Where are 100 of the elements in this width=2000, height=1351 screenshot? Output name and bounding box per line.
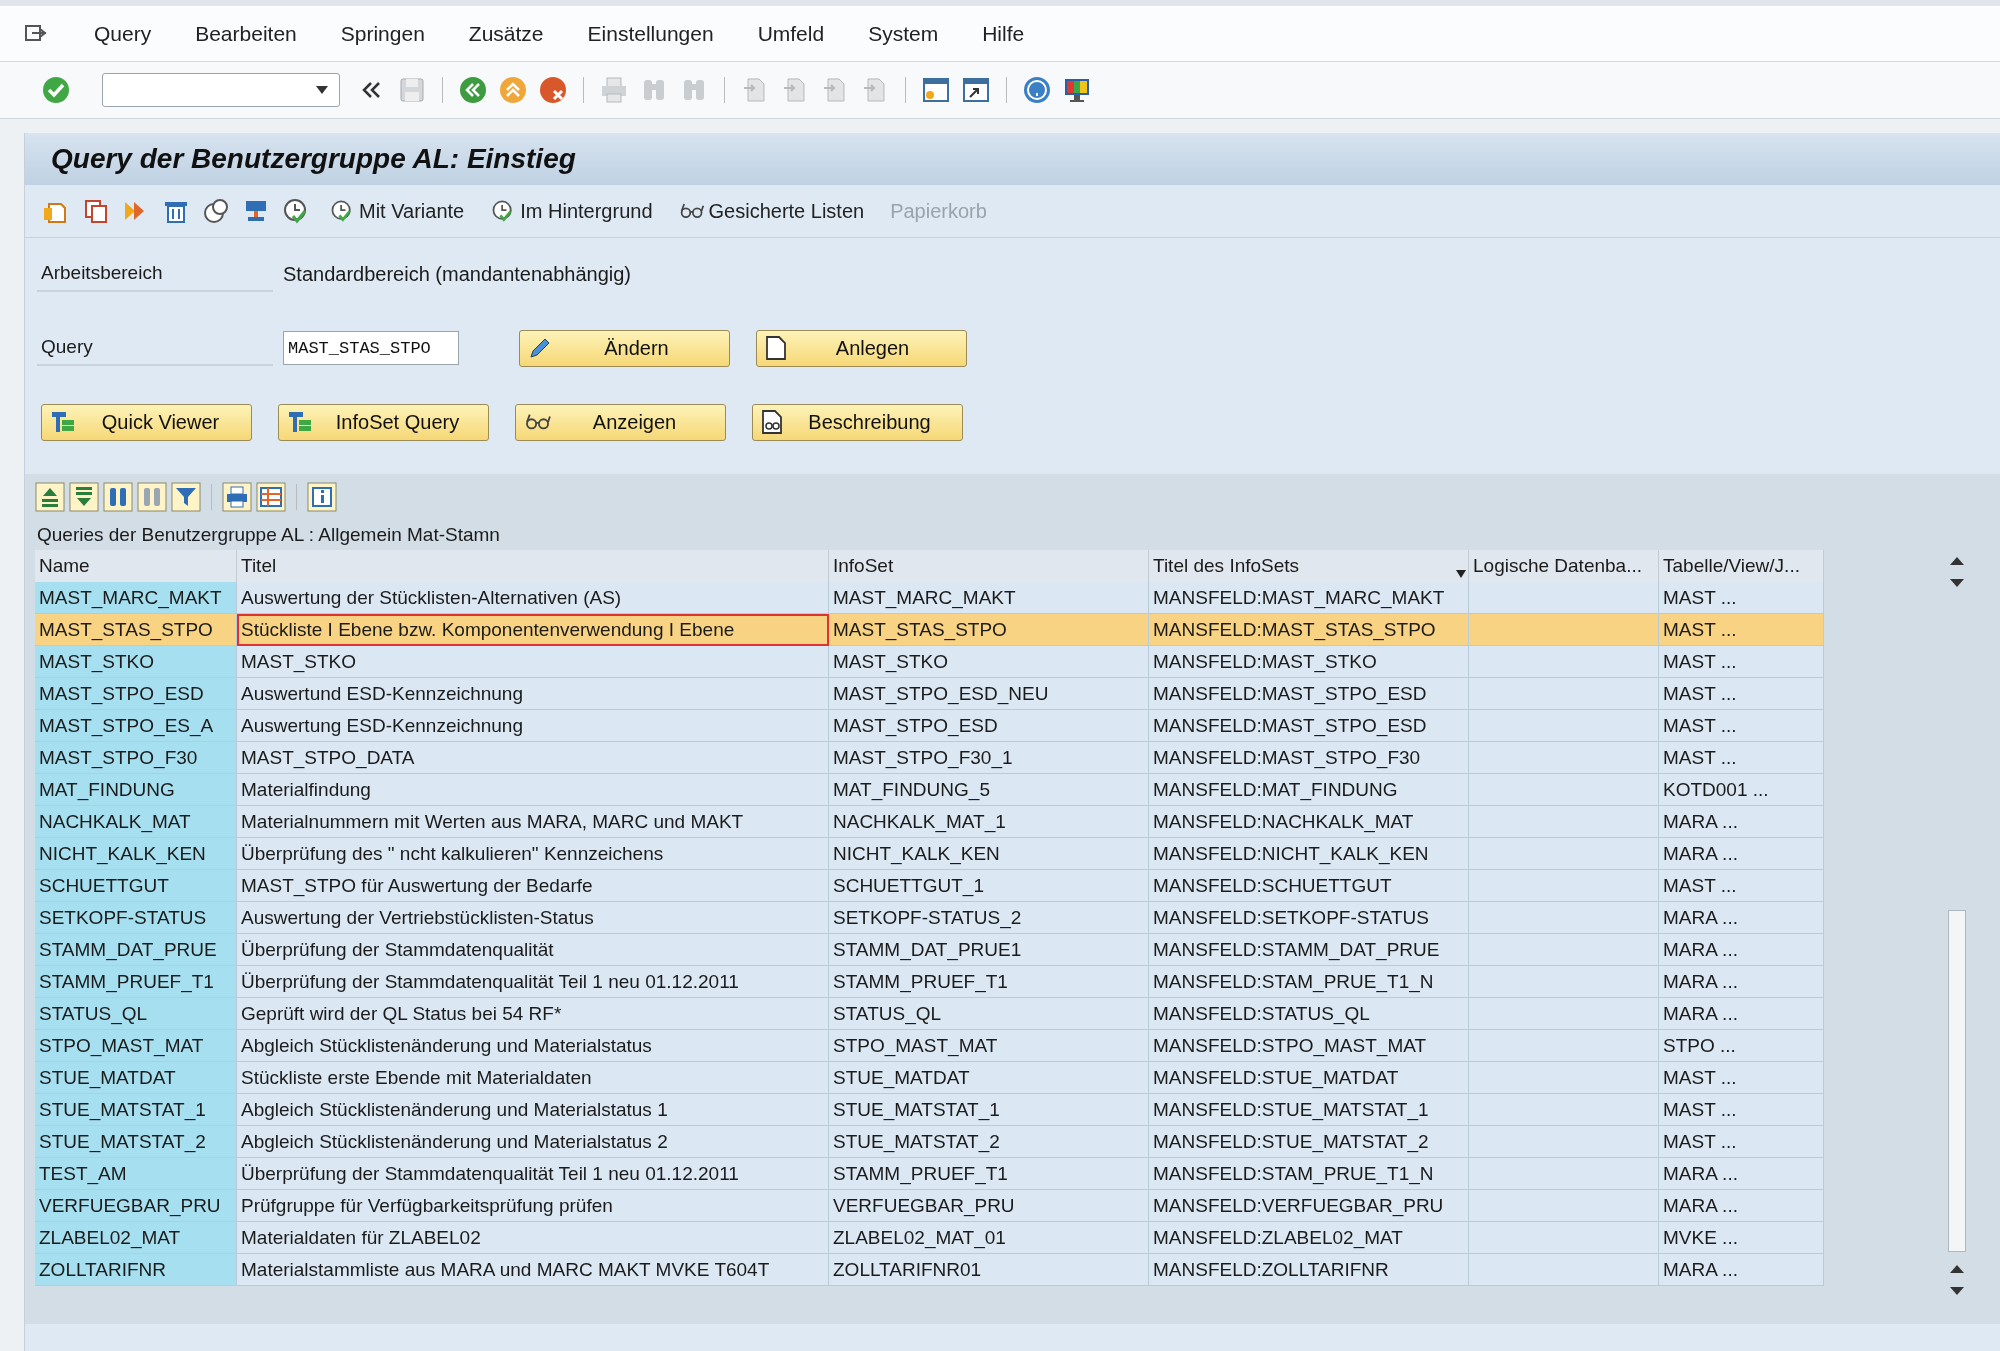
table-cell[interactable]: STPO_MAST_MAT bbox=[35, 1030, 237, 1062]
action-button[interactable]: InfoSet Query bbox=[278, 403, 489, 441]
table-cell[interactable]: SCHUETTGUT bbox=[35, 870, 237, 902]
table-cell: MAST_STAS_STPO bbox=[829, 614, 1149, 646]
menu-item[interactable]: Bearbeiten bbox=[195, 21, 297, 46]
table-cell: Materialnummern mit Werten aus MARA, MARC und MAKT bbox=[237, 806, 829, 838]
table-cell: MAST_STPO_F30_1 bbox=[829, 742, 1149, 774]
back-icon[interactable] bbox=[457, 74, 489, 106]
scroll-down-icon[interactable] bbox=[1950, 1286, 1964, 1296]
menu-item[interactable]: Einstellungen bbox=[587, 21, 714, 46]
table-cell[interactable]: MAT_FINDUNG bbox=[35, 774, 237, 806]
menu-icon[interactable] bbox=[24, 23, 48, 44]
table-cell: Überprüfung des " ncht kalkulieren" Kennzeichens bbox=[237, 838, 829, 870]
action-button[interactable]: Anzeigen bbox=[515, 403, 726, 441]
column-header[interactable]: Titel bbox=[237, 550, 829, 582]
table-cell: Überprüfung der Stammdatenqualität Teil 1 neu 01.12.2011 bbox=[237, 1158, 829, 1190]
cancel-icon[interactable] bbox=[537, 74, 569, 106]
table-cell: Auswertung der Vertriebstücklisten-Status bbox=[237, 902, 829, 934]
table-cell[interactable]: STUE_MATSTAT_2 bbox=[35, 1126, 237, 1158]
table-cell[interactable]: MAST_STPO_F30 bbox=[35, 742, 237, 774]
column-header[interactable]: Titel des InfoSets bbox=[1149, 550, 1469, 582]
table-cell[interactable]: STUE_MATSTAT_1 bbox=[35, 1094, 237, 1126]
table-cell: Überprüfung der Stammdatenqualität Teil 1 neu 01.12.2011 bbox=[237, 966, 829, 998]
table-cell[interactable]: NICHT_KALK_KEN bbox=[35, 838, 237, 870]
table-cell: MAST ... bbox=[1659, 582, 1824, 614]
toolbar-button[interactable]: Mit Variante bbox=[321, 196, 473, 226]
table-cell: MANSFELD:STAM_PRUE_T1_N bbox=[1149, 966, 1469, 998]
coins-icon[interactable] bbox=[201, 196, 231, 226]
table-cell: MAST ... bbox=[1659, 870, 1824, 902]
toolbar-button[interactable]: Gesicherte Listen bbox=[670, 197, 873, 225]
table-cell: MAST_STPO_ESD_NEU bbox=[829, 678, 1149, 710]
table-cell: MARA ... bbox=[1659, 998, 1824, 1030]
filter-icon[interactable] bbox=[171, 482, 201, 512]
table-cell[interactable]: TEST_AM bbox=[35, 1158, 237, 1190]
info-icon[interactable] bbox=[307, 482, 337, 512]
table-cell: NICHT_KALK_KEN bbox=[829, 838, 1149, 870]
command-field[interactable] bbox=[102, 73, 340, 107]
table-cell: MAST ... bbox=[1659, 646, 1824, 678]
menu-item[interactable]: Springen bbox=[340, 21, 425, 46]
print-icon[interactable] bbox=[222, 482, 252, 512]
action-button[interactable]: Quick Viewer bbox=[41, 403, 252, 441]
query-field[interactable]: MAST_STAS_STPO bbox=[283, 331, 459, 365]
action-button[interactable]: Anlegen bbox=[756, 329, 967, 367]
table-cell: MANSFELD:MAST_STAS_STPO bbox=[1149, 614, 1469, 646]
table-cell: MANSFELD:ZOLLTARIFNR bbox=[1149, 1254, 1469, 1286]
table-cell[interactable]: VERFUEGBAR_PRU bbox=[35, 1190, 237, 1222]
table-cell: STUE_MATDAT bbox=[829, 1062, 1149, 1094]
action-button[interactable]: Ändern bbox=[519, 329, 730, 367]
scroll-thumb[interactable] bbox=[1948, 910, 1966, 1252]
table-cell: STUE_MATSTAT_1 bbox=[829, 1094, 1149, 1126]
table-cell: ZLABEL02_MAT_01 bbox=[829, 1222, 1149, 1254]
table-cell: MANSFELD:STUE_MATSTAT_2 bbox=[1149, 1126, 1469, 1158]
column-header[interactable]: Name bbox=[35, 550, 237, 582]
column-header[interactable]: InfoSet bbox=[829, 550, 1149, 582]
scroll-up-icon[interactable] bbox=[1950, 556, 1964, 566]
sort-icon bbox=[1456, 570, 1466, 578]
sort-ascending-icon[interactable] bbox=[35, 482, 65, 512]
menu-item[interactable]: Zusätze bbox=[468, 21, 544, 46]
table-cell[interactable]: STAMM_DAT_PRUE bbox=[35, 934, 237, 966]
scroll-up-icon[interactable] bbox=[1950, 1264, 1964, 1274]
table-cell[interactable]: MAST_STKO bbox=[35, 646, 237, 678]
table-cell: MANSFELD:STATUS_QL bbox=[1149, 998, 1469, 1030]
table-cell[interactable]: ZOLLTARIFNR bbox=[35, 1254, 237, 1286]
workspace-value: Standardbereich (mandantenabhängig) bbox=[283, 262, 632, 286]
table-cell[interactable]: STAMM_PRUEF_T1 bbox=[35, 966, 237, 998]
table-cell: Überprüfung der Stammdatenqualität bbox=[237, 934, 829, 966]
help-icon[interactable] bbox=[1021, 74, 1053, 106]
table-cell[interactable]: MAST_MARC_MAKT bbox=[35, 582, 237, 614]
table-cell[interactable]: SETKOPF-STATUS bbox=[35, 902, 237, 934]
menu-item[interactable]: System bbox=[868, 21, 939, 46]
table-cell[interactable]: STUE_MATDAT bbox=[35, 1062, 237, 1094]
table-cell[interactable]: STATUS_QL bbox=[35, 998, 237, 1030]
dropdown-icon[interactable] bbox=[315, 85, 329, 95]
menu-item[interactable]: Umfeld bbox=[757, 21, 825, 46]
table-cell: MANSFELD:NACHKALK_MAT bbox=[1149, 806, 1469, 838]
table-cell[interactable]: MAST_STPO_ES_A bbox=[35, 710, 237, 742]
enter-icon[interactable] bbox=[40, 74, 72, 106]
table-cell: KOTD001 ... bbox=[1659, 774, 1824, 806]
sort-descending-icon[interactable] bbox=[69, 482, 99, 512]
table-cell: MAT_FINDUNG_5 bbox=[829, 774, 1149, 806]
table-cell: VERFUEGBAR_PRU bbox=[829, 1190, 1149, 1222]
action-button[interactable]: Beschreibung bbox=[752, 403, 963, 441]
table-cell: MAST_MARC_MAKT bbox=[829, 582, 1149, 614]
table-cell[interactable]: MAST_STPO_ESD bbox=[35, 678, 237, 710]
screen-title: Query der Benutzergruppe AL: Einstieg bbox=[51, 143, 576, 175]
menu-item[interactable]: Query bbox=[94, 21, 152, 46]
column-header[interactable]: Tabelle/View/J... bbox=[1659, 550, 1824, 582]
table-cell[interactable]: ZLABEL02_MAT bbox=[35, 1222, 237, 1254]
table-cell: Abgleich Stücklistenänderung und Materialstatus bbox=[237, 1030, 829, 1062]
scroll-down-icon[interactable] bbox=[1950, 578, 1964, 588]
table-cell[interactable]: NACHKALK_MAT bbox=[35, 806, 237, 838]
table-cell: SETKOPF-STATUS_2 bbox=[829, 902, 1149, 934]
table-cell: MAST ... bbox=[1659, 678, 1824, 710]
table-cell: MAST ... bbox=[1659, 742, 1824, 774]
column-header[interactable]: Logische Datenba... bbox=[1469, 550, 1659, 582]
layout-icon[interactable] bbox=[256, 482, 286, 512]
menu-item[interactable]: Hilfe bbox=[982, 21, 1025, 46]
toolbar-button[interactable]: Im Hintergrund bbox=[482, 196, 661, 226]
table-cell: MARA ... bbox=[1659, 806, 1824, 838]
table-cell[interactable]: MAST_STAS_STPO bbox=[35, 614, 237, 646]
